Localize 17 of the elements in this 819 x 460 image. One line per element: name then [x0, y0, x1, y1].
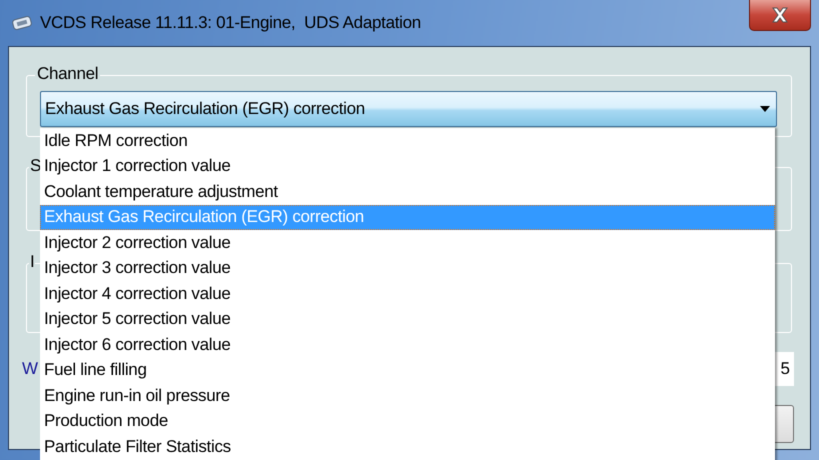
- dropdown-option[interactable]: Injector 4 correction value: [40, 281, 775, 306]
- close-icon: [771, 7, 789, 23]
- app-icon: [12, 15, 32, 31]
- channel-dropdown[interactable]: Exhaust Gas Recirculation (EGR) correction: [40, 91, 777, 127]
- dropdown-option[interactable]: Production mode: [40, 408, 775, 434]
- dropdown-option[interactable]: Idle RPM correction: [40, 128, 775, 154]
- dropdown-option[interactable]: Injector 2 correction value: [40, 230, 775, 256]
- window-title: VCDS Release 11.11.3: 01-Engine, UDS Adaptation: [40, 13, 421, 33]
- dropdown-option[interactable]: Injector 3 correction value: [40, 256, 775, 281]
- caret-icon: [760, 106, 770, 112]
- dropdown-option[interactable]: Injector 1 correction value: [40, 154, 775, 179]
- dropdown-option[interactable]: Injector 5 correction value: [40, 306, 775, 332]
- dropdown-option[interactable]: Particulate Filter Statistics: [40, 434, 775, 460]
- close-button[interactable]: [749, 0, 811, 31]
- dropdown-option[interactable]: Engine run-in oil pressure: [40, 383, 775, 408]
- dropdown-option[interactable]: Coolant temperature adjustment: [40, 179, 775, 204]
- field-label: W: [22, 359, 38, 379]
